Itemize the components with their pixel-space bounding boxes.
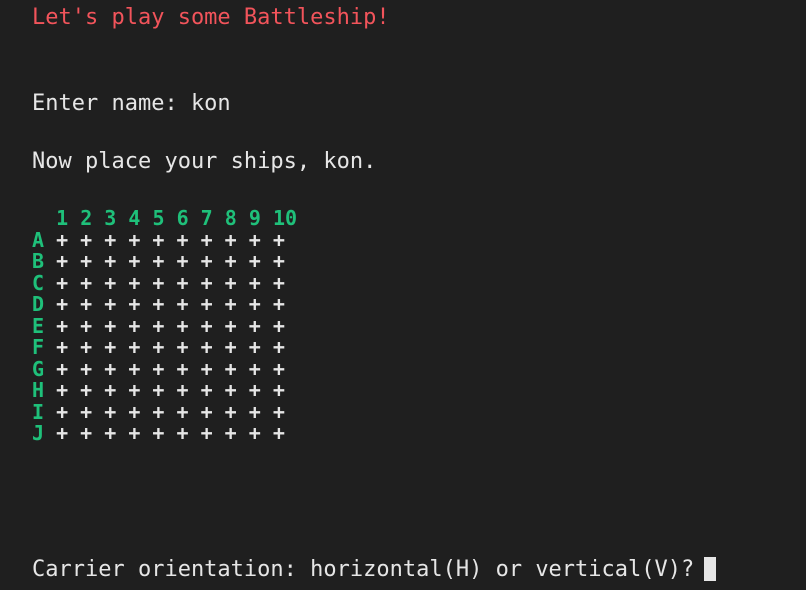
board-row-a: A + + + + + + + + + + bbox=[32, 227, 297, 252]
board-row-c: C + + + + + + + + + + bbox=[32, 270, 297, 295]
board-row-i: I + + + + + + + + + + bbox=[32, 399, 297, 424]
row-cells: + + + + + + + + + + bbox=[56, 292, 285, 316]
row-label: D bbox=[32, 292, 45, 316]
row-cells: + + + + + + + + + + bbox=[56, 313, 285, 338]
game-title: Let's play some Battleship! bbox=[32, 5, 390, 30]
text-cursor[interactable] bbox=[704, 557, 717, 581]
board-row-j: J + + + + + + + + + + bbox=[32, 421, 297, 445]
row-label: H bbox=[32, 378, 45, 402]
column-label-4: 4 bbox=[128, 206, 141, 230]
row-cells: + + + + + + + + + + bbox=[56, 356, 285, 381]
row-cells: + + + + + + + + + + bbox=[56, 335, 285, 359]
row-cells: + + + + + + + + + + bbox=[56, 270, 285, 295]
column-label-1: 1 bbox=[56, 206, 69, 230]
board-row-d: D + + + + + + + + + + bbox=[32, 292, 297, 316]
column-header-row: 1 2 3 4 5 6 7 8 9 10 bbox=[32, 206, 298, 230]
row-cells: + + + + + + + + + + bbox=[56, 421, 285, 445]
column-label-10: 10 bbox=[272, 206, 298, 230]
row-label: I bbox=[32, 399, 45, 424]
row-label: G bbox=[32, 356, 45, 381]
row-label: C bbox=[32, 270, 45, 295]
column-label-2: 2 bbox=[80, 206, 93, 230]
column-label-9: 9 bbox=[248, 206, 261, 230]
row-label: F bbox=[32, 335, 45, 359]
board-row-g: G + + + + + + + + + + bbox=[32, 356, 297, 381]
row-label: A bbox=[32, 227, 45, 252]
name-prompt: Enter name: kon bbox=[32, 91, 231, 116]
column-label-3: 3 bbox=[104, 206, 117, 230]
column-label-8: 8 bbox=[224, 206, 237, 230]
row-cells: + + + + + + + + + + bbox=[56, 378, 285, 402]
column-label-7: 7 bbox=[200, 206, 213, 230]
row-cells: + + + + + + + + + + bbox=[56, 227, 285, 252]
row-label: B bbox=[32, 249, 45, 273]
orientation-prompt: Carrier orientation: horizontal(H) or ve… bbox=[32, 557, 695, 582]
row-label: J bbox=[32, 421, 45, 445]
terminal-window[interactable]: Let's play some Battleship! Enter name: … bbox=[0, 0, 806, 590]
board-row-h: H + + + + + + + + + + bbox=[32, 378, 297, 402]
board-row-b: B + + + + + + + + + + bbox=[32, 249, 297, 273]
row-cells: + + + + + + + + + + bbox=[56, 249, 285, 273]
row-cells: + + + + + + + + + + bbox=[56, 399, 285, 424]
board-row-e: E + + + + + + + + + + bbox=[32, 313, 297, 338]
orientation-prompt-line: Carrier orientation: horizontal(H) or ve… bbox=[32, 557, 717, 583]
battleship-board: 1 2 3 4 5 6 7 8 9 10 A + + + + + + + + +… bbox=[32, 206, 298, 445]
place-ships-message: Now place your ships, kon. bbox=[32, 149, 377, 174]
column-label-6: 6 bbox=[176, 206, 189, 230]
row-label: E bbox=[32, 313, 45, 338]
board-row-f: F + + + + + + + + + + bbox=[32, 335, 297, 359]
column-label-5: 5 bbox=[152, 206, 165, 230]
